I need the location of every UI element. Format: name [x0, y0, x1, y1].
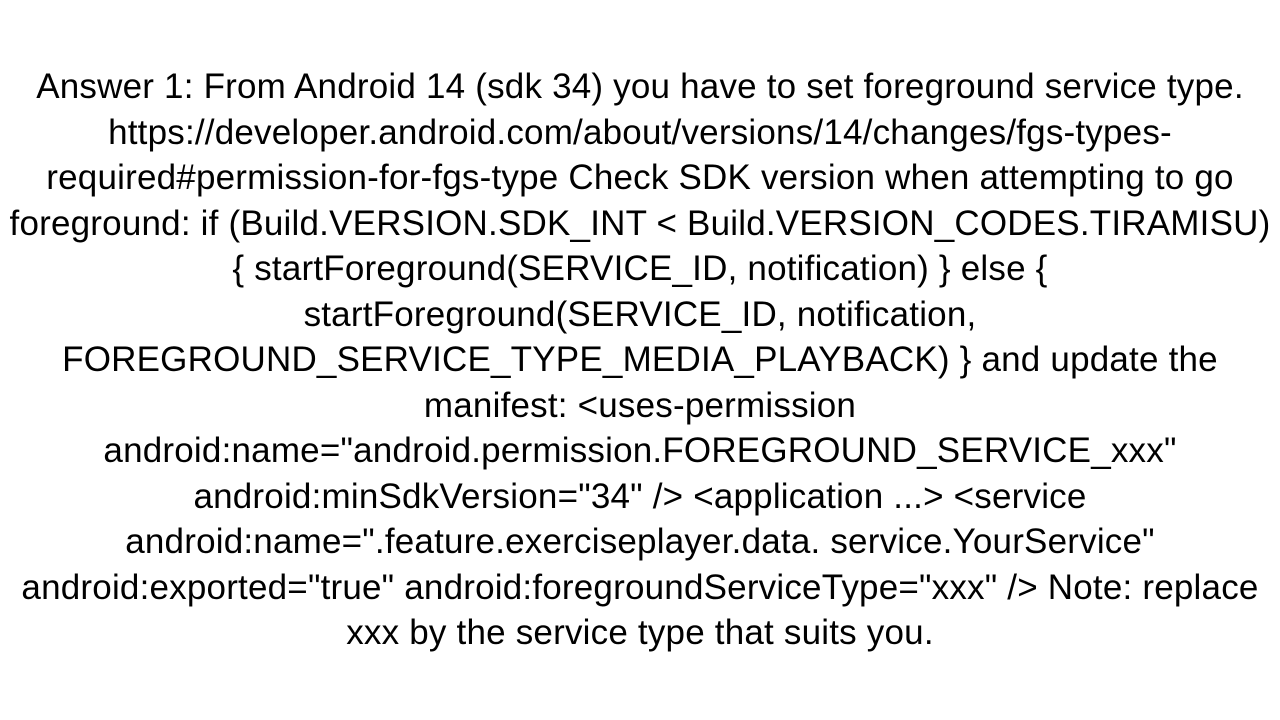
- answer-body: Answer 1: From Android 14 (sdk 34) you h…: [0, 64, 1280, 656]
